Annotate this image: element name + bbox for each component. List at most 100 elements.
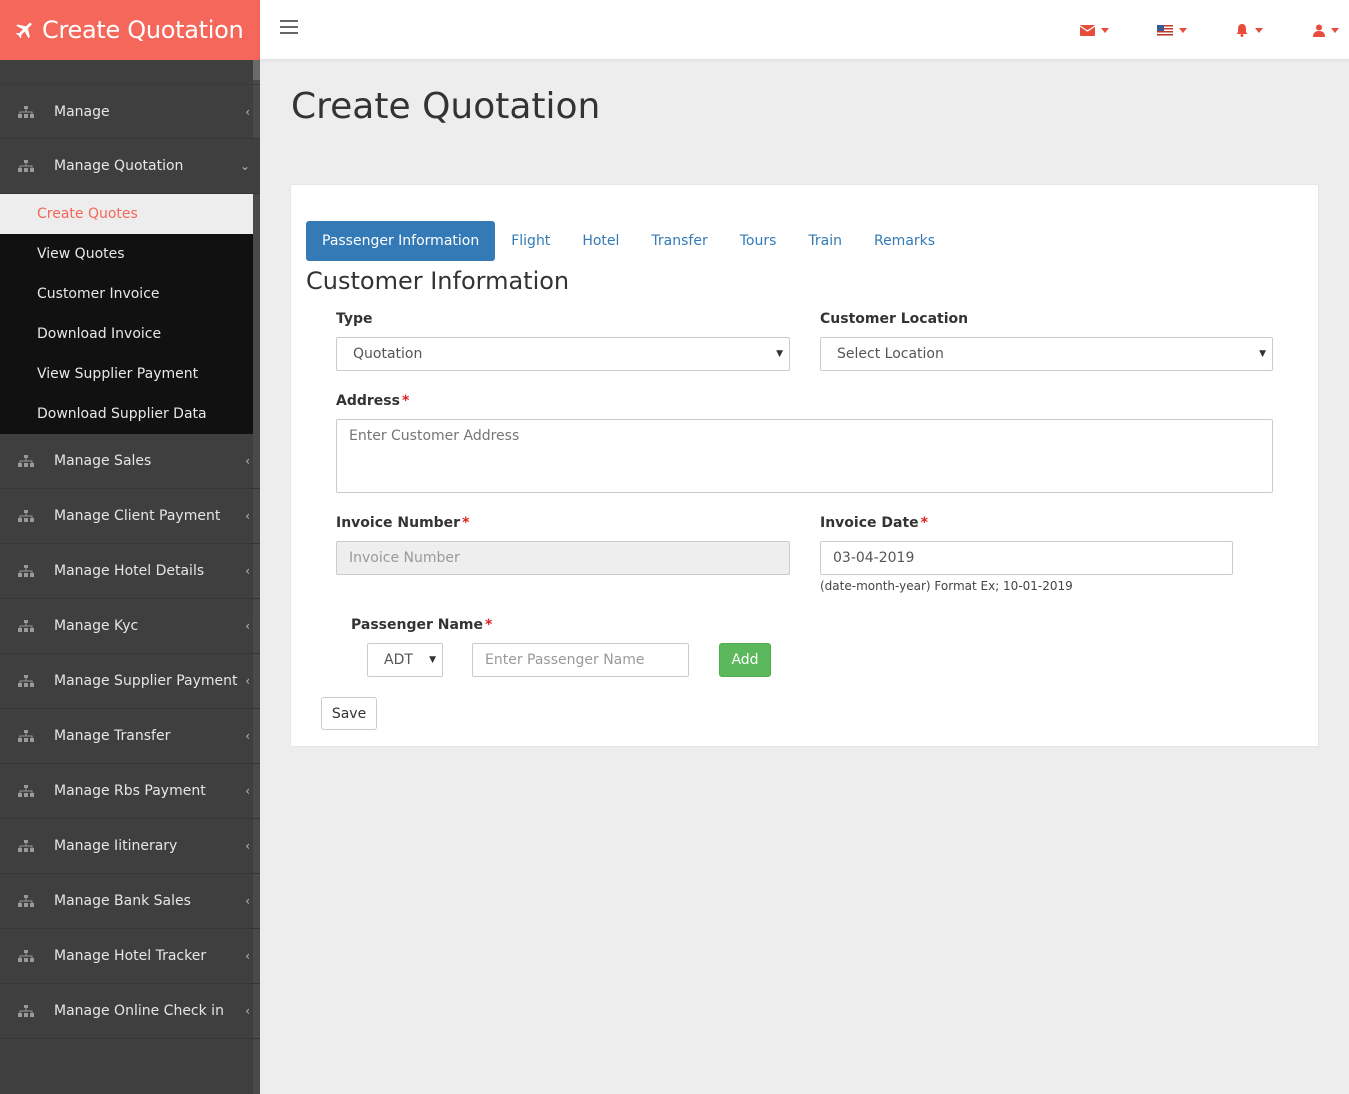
- sitemap-icon: [18, 895, 34, 907]
- tab-transfer[interactable]: Transfer: [635, 221, 723, 261]
- sitemap-icon: [18, 785, 34, 797]
- address-label-text: Address: [336, 393, 400, 409]
- passenger-type-select[interactable]: ADT ▼: [367, 643, 443, 677]
- sidebar-item-manage-bank-sales[interactable]: Manage Bank Sales ‹: [0, 874, 260, 929]
- invoice-date-value: 03-04-2019: [833, 550, 915, 566]
- select-arrow-icon: ▼: [429, 655, 436, 665]
- chevron-left-icon: ‹: [245, 1004, 250, 1018]
- chevron-left-icon: ‹: [245, 104, 250, 119]
- sitemap-icon: [18, 160, 34, 172]
- submenu-create-quotes[interactable]: Create Quotes: [0, 194, 260, 234]
- chevron-left-icon: ‹: [245, 564, 250, 578]
- sidebar-item-manage[interactable]: Manage ‹: [0, 84, 260, 139]
- invoice-date-input[interactable]: 03-04-2019: [820, 541, 1233, 575]
- sidebar: Create Quotation Manage ‹ Manage Quotati…: [0, 0, 260, 1094]
- invoice-number-placeholder: Invoice Number: [349, 550, 460, 566]
- bell-icon[interactable]: [1235, 22, 1263, 38]
- tab-bar: Passenger Information Flight Hotel Trans…: [306, 221, 951, 261]
- sidebar-item-label: Manage Bank Sales: [54, 893, 191, 909]
- sidebar-item-manage-hotel-details[interactable]: Manage Hotel Details ‹: [0, 544, 260, 599]
- sidebar-item-label: Manage Sales: [54, 453, 152, 469]
- invoice-number-input[interactable]: Invoice Number: [336, 541, 790, 575]
- chevron-left-icon: ‹: [245, 729, 250, 743]
- sidebar-item-label: Manage Rbs Payment: [54, 783, 206, 799]
- sitemap-icon: [18, 565, 34, 577]
- sidebar-item-manage-transfer[interactable]: Manage Transfer ‹: [0, 709, 260, 764]
- menu-toggle-icon[interactable]: [280, 20, 298, 36]
- sidebar-item-manage-quotation[interactable]: Manage Quotation ⌄: [0, 139, 260, 194]
- invoice-date-label-text: Invoice Date: [820, 515, 919, 531]
- chevron-left-icon: ‹: [245, 619, 250, 633]
- caret-down-icon: [1331, 27, 1339, 33]
- sidebar-item-label: Manage Transfer: [54, 728, 171, 744]
- quotation-submenu: Create Quotes View Quotes Customer Invoi…: [0, 194, 260, 434]
- select-arrow-icon: ▼: [1259, 349, 1266, 359]
- invoice-date-hint: (date-month-year) Format Ex; 10-01-2019: [820, 579, 1073, 593]
- sitemap-icon: [18, 1005, 34, 1017]
- brand-header[interactable]: Create Quotation: [0, 0, 260, 60]
- sidebar-item-label: Manage Supplier Payment: [54, 673, 238, 689]
- submenu-download-invoice[interactable]: Download Invoice: [0, 314, 260, 354]
- sidebar-item-label: Manage Kyc: [54, 618, 139, 634]
- add-passenger-button[interactable]: Add: [719, 643, 771, 677]
- sidebar-item-manage-rbs-payment[interactable]: Manage Rbs Payment ‹: [0, 764, 260, 819]
- sidebar-item-label: Manage Client Payment: [54, 508, 221, 524]
- envelope-icon[interactable]: [1080, 22, 1109, 38]
- caret-down-icon: [1101, 27, 1109, 33]
- tab-train[interactable]: Train: [792, 221, 858, 261]
- caret-down-icon: [1179, 27, 1187, 33]
- tab-hotel[interactable]: Hotel: [566, 221, 635, 261]
- tab-flight[interactable]: Flight: [495, 221, 566, 261]
- address-label: Address *: [336, 393, 409, 409]
- sidebar-item-label: Manage Hotel Details: [54, 563, 205, 579]
- passenger-type-value: ADT: [384, 652, 413, 668]
- required-marker: *: [485, 617, 493, 633]
- required-marker: *: [462, 515, 470, 531]
- topbar: [260, 0, 1349, 60]
- sitemap-icon: [18, 730, 34, 742]
- select-arrow-icon: ▼: [776, 349, 783, 359]
- chevron-left-icon: ‹: [245, 454, 250, 468]
- sitemap-icon: [18, 950, 34, 962]
- chevron-left-icon: ‹: [245, 894, 250, 908]
- type-select[interactable]: Quotation ▼: [336, 337, 790, 371]
- address-textarea[interactable]: [336, 419, 1273, 493]
- submenu-view-supplier-payment[interactable]: View Supplier Payment: [0, 354, 260, 394]
- sidebar-scrollbar-thumb[interactable]: [253, 60, 260, 80]
- required-marker: *: [401, 393, 410, 409]
- tab-tours[interactable]: Tours: [724, 221, 793, 261]
- chevron-left-icon: ‹: [245, 509, 250, 523]
- type-select-value: Quotation: [353, 346, 423, 362]
- submenu-view-quotes[interactable]: View Quotes: [0, 234, 260, 274]
- user-icon[interactable]: [1313, 22, 1339, 38]
- customer-location-label: Customer Location: [820, 311, 969, 327]
- sidebar-item-manage-client-payment[interactable]: Manage Client Payment ‹: [0, 489, 260, 544]
- sitemap-icon: [18, 455, 34, 467]
- tab-passenger-information[interactable]: Passenger Information: [306, 221, 496, 261]
- sidebar-item-label: Manage Online Check in: [54, 1003, 224, 1019]
- submenu-download-supplier-data[interactable]: Download Supplier Data: [0, 394, 260, 434]
- section-title: Customer Information: [306, 267, 570, 295]
- invoice-number-label-text: Invoice Number: [336, 515, 461, 531]
- submenu-customer-invoice[interactable]: Customer Invoice: [0, 274, 260, 314]
- sitemap-icon: [18, 510, 34, 522]
- flag-icon[interactable]: [1157, 22, 1187, 38]
- tab-remarks[interactable]: Remarks: [858, 221, 951, 261]
- brand-title: Create Quotation: [42, 16, 244, 44]
- passenger-name-placeholder: Enter Passenger Name: [485, 652, 645, 668]
- sidebar-item-manage-iitinerary[interactable]: Manage Iitinerary ‹: [0, 819, 260, 874]
- passenger-name-input[interactable]: Enter Passenger Name: [472, 643, 689, 677]
- sidebar-item-manage-online-check-in[interactable]: Manage Online Check in ‹: [0, 984, 260, 1039]
- sidebar-item-manage-hotel-tracker[interactable]: Manage Hotel Tracker ‹: [0, 929, 260, 984]
- save-button[interactable]: Save: [321, 697, 377, 730]
- customer-location-select[interactable]: Select Location ▼: [820, 337, 1273, 371]
- sidebar-item-manage-sales[interactable]: Manage Sales ‹: [0, 434, 260, 489]
- sidebar-item-label: Manage Hotel Tracker: [54, 948, 207, 964]
- required-marker: *: [920, 515, 928, 531]
- customer-location-value: Select Location: [837, 346, 944, 362]
- sitemap-icon: [18, 105, 34, 118]
- passenger-name-label: Passenger Name *: [351, 617, 492, 633]
- sidebar-item-manage-kyc[interactable]: Manage Kyc ‹: [0, 599, 260, 654]
- sidebar-item-manage-supplier-payment[interactable]: Manage Supplier Payment ‹: [0, 654, 260, 709]
- invoice-date-label: Invoice Date *: [820, 515, 928, 531]
